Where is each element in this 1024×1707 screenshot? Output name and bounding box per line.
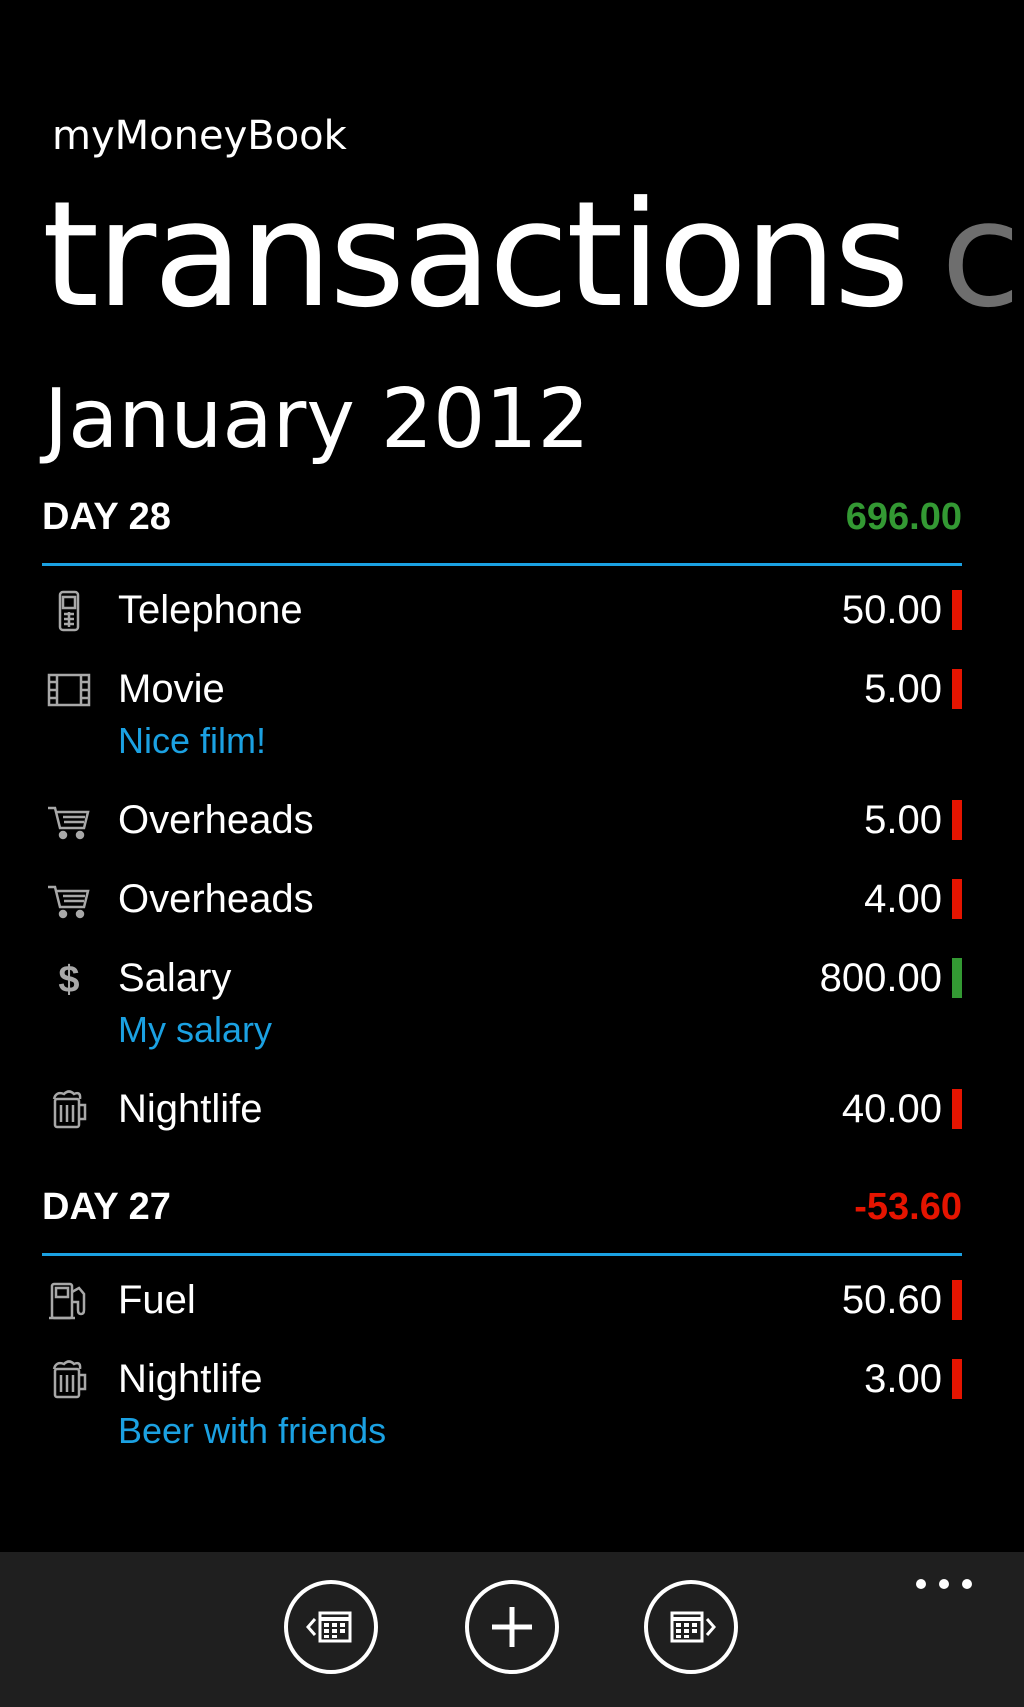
pivot-header: transactionsca — [42, 180, 1024, 330]
plus-icon — [492, 1607, 532, 1647]
calendar-prev-icon — [306, 1611, 352, 1643]
transaction-row[interactable]: Movie Nice film! 5.00 — [42, 645, 962, 776]
previous-month-button[interactable] — [284, 1580, 378, 1674]
transaction-amount: 4.00 — [864, 877, 942, 921]
fuel-icon — [46, 1278, 92, 1324]
day-label: DAY 28 — [42, 496, 171, 538]
transaction-name: Nightlife — [118, 1357, 263, 1401]
telephone-icon — [46, 588, 92, 634]
day-total: 696.00 — [845, 496, 962, 538]
beer-icon — [46, 1087, 92, 1133]
transaction-name: Overheads — [118, 798, 314, 842]
dollar-icon: $ — [46, 956, 92, 1002]
beer-icon — [46, 1357, 92, 1403]
day-group-27: DAY 27 -53.60 Fuel 50.60 Nightlife Beer … — [42, 1186, 962, 1466]
expense-indicator — [952, 1359, 962, 1399]
calendar-next-icon — [670, 1611, 716, 1643]
pivot-item-next[interactable]: ca — [941, 180, 1024, 330]
app-title: myMoneyBook — [52, 113, 347, 159]
transaction-amount: 5.00 — [864, 798, 942, 842]
transaction-amount: 3.00 — [864, 1357, 942, 1401]
transaction-row[interactable]: $ Salary My salary 800.00 — [42, 934, 962, 1065]
income-indicator — [952, 958, 962, 998]
expense-indicator — [952, 800, 962, 840]
transaction-row[interactable]: Nightlife 40.00 — [42, 1065, 962, 1144]
next-month-button[interactable] — [644, 1580, 738, 1674]
transaction-row[interactable]: Fuel 50.60 — [42, 1256, 962, 1335]
transaction-name: Overheads — [118, 877, 314, 921]
more-dots-icon[interactable] — [916, 1564, 972, 1604]
transaction-amount: 50.60 — [841, 1278, 942, 1322]
app-bar — [0, 1552, 1024, 1707]
transaction-amount: 800.00 — [819, 956, 942, 1000]
dot — [916, 1579, 926, 1589]
day-label: DAY 27 — [42, 1186, 171, 1228]
transaction-row[interactable]: Overheads 4.00 — [42, 855, 962, 934]
month-title: January 2012 — [44, 372, 590, 467]
expense-indicator — [952, 669, 962, 709]
day-header: DAY 27 -53.60 — [42, 1186, 962, 1256]
cart-icon — [46, 877, 92, 923]
transaction-name: Salary — [118, 956, 232, 1000]
transaction-row[interactable]: Telephone 50.00 — [42, 566, 962, 645]
transaction-note: Beer with friends — [118, 1410, 387, 1451]
transaction-amount: 50.00 — [841, 588, 942, 632]
expense-indicator — [952, 1089, 962, 1129]
add-transaction-button[interactable] — [465, 1580, 559, 1674]
day-total: -53.60 — [854, 1186, 962, 1228]
expense-indicator — [952, 1280, 962, 1320]
cart-icon — [46, 798, 92, 844]
day-header: DAY 28 696.00 — [42, 496, 962, 566]
transaction-list: DAY 28 696.00 Telephone 50.00 Movie Nice… — [42, 496, 962, 1466]
transaction-note: Nice film! — [118, 720, 267, 761]
transaction-row[interactable]: Overheads 5.00 — [42, 776, 962, 855]
expense-indicator — [952, 879, 962, 919]
transaction-name: Fuel — [118, 1278, 196, 1322]
svg-text:$: $ — [58, 959, 79, 1001]
expense-indicator — [952, 590, 962, 630]
transaction-note: My salary — [118, 1009, 273, 1050]
transaction-name: Telephone — [118, 588, 303, 632]
pivot-item-transactions[interactable]: transactions — [42, 180, 910, 330]
day-group-28: DAY 28 696.00 Telephone 50.00 Movie Nice… — [42, 496, 962, 1144]
transaction-amount: 5.00 — [864, 667, 942, 711]
transaction-amount: 40.00 — [841, 1087, 942, 1131]
dot — [962, 1579, 972, 1589]
transaction-name: Nightlife — [118, 1087, 263, 1131]
transaction-name: Movie — [118, 667, 225, 711]
transaction-row[interactable]: Nightlife Beer with friends 3.00 — [42, 1335, 962, 1466]
dot — [939, 1579, 949, 1589]
film-icon — [46, 667, 92, 713]
